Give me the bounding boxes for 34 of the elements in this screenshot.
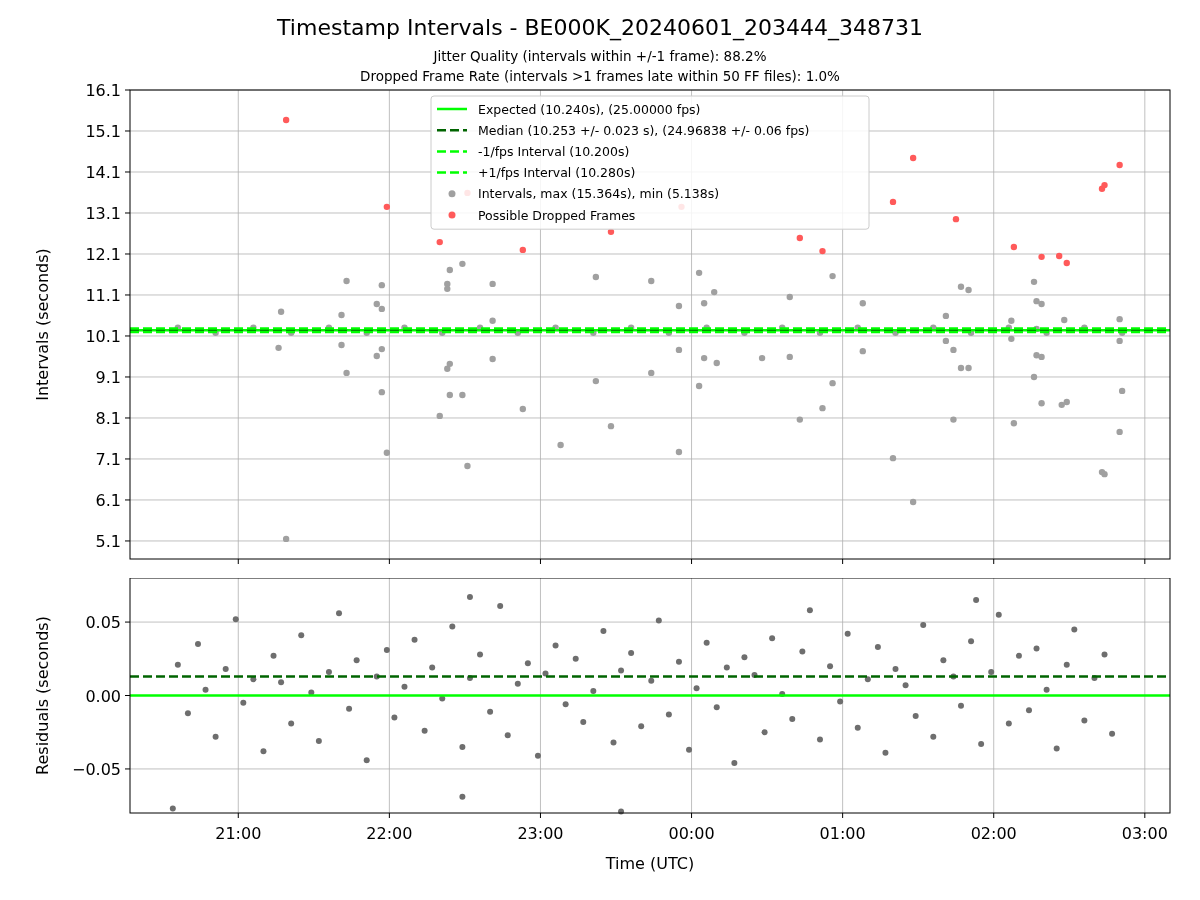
legend-label: Median (10.253 +/- 0.023 s), (24.96838 +/- 0.06 fps) bbox=[478, 122, 810, 138]
tick-label: 16.1 bbox=[85, 81, 121, 100]
tick-label: 8.1 bbox=[95, 408, 121, 428]
tick-label: 11.1 bbox=[85, 286, 121, 305]
tick-label: 0.05 bbox=[85, 613, 121, 633]
legend-label: +1/fps Interval (10.280s) bbox=[478, 165, 636, 181]
legend-label: -1/fps Interval (10.200s) bbox=[478, 143, 630, 159]
tick-label: 22:00 bbox=[366, 824, 413, 843]
legend-label: Possible Dropped Frames bbox=[478, 207, 636, 223]
tick-label: 14.1 bbox=[85, 163, 121, 182]
tick-label: 23:00 bbox=[517, 824, 564, 843]
figure-subtitle: Dropped Frame Rate (intervals >1 frames late within 50 FF files): 1.0% bbox=[360, 67, 840, 86]
tick-label: 01:00 bbox=[819, 824, 866, 843]
tick-label: 13.1 bbox=[85, 204, 121, 223]
axis-label: Residuals (seconds) bbox=[33, 616, 52, 775]
axis-label: Intervals (seconds) bbox=[33, 248, 52, 401]
tick-label: 12.1 bbox=[85, 245, 121, 264]
tick-label: 15.1 bbox=[85, 122, 121, 141]
tick-label: −0.05 bbox=[71, 759, 121, 779]
legend-label: Intervals, max (15.364s), min (5.138s) bbox=[478, 186, 720, 202]
legend-label: Expected (10.240s), (25.00000 fps) bbox=[478, 101, 701, 117]
tick-label: 00:00 bbox=[668, 824, 715, 843]
figure-subtitle: Jitter Quality (intervals within +/-1 frame): 88.2% bbox=[433, 47, 767, 66]
tick-label: 03:00 bbox=[1121, 824, 1168, 843]
axis-label: Time (UTC) bbox=[605, 854, 695, 873]
tick-label: 10.1 bbox=[85, 327, 121, 346]
tick-label: 5.1 bbox=[95, 531, 121, 551]
tick-label: 02:00 bbox=[970, 824, 1017, 843]
tick-label: 21:00 bbox=[215, 824, 262, 843]
figure-title: Timestamp Intervals - BE000K_20240601_203444_348731 bbox=[277, 14, 923, 42]
tick-label: 7.1 bbox=[95, 449, 121, 469]
tick-label: 9.1 bbox=[95, 368, 121, 387]
tick-label: 6.1 bbox=[95, 490, 121, 510]
tick-label: 0.00 bbox=[85, 686, 121, 706]
